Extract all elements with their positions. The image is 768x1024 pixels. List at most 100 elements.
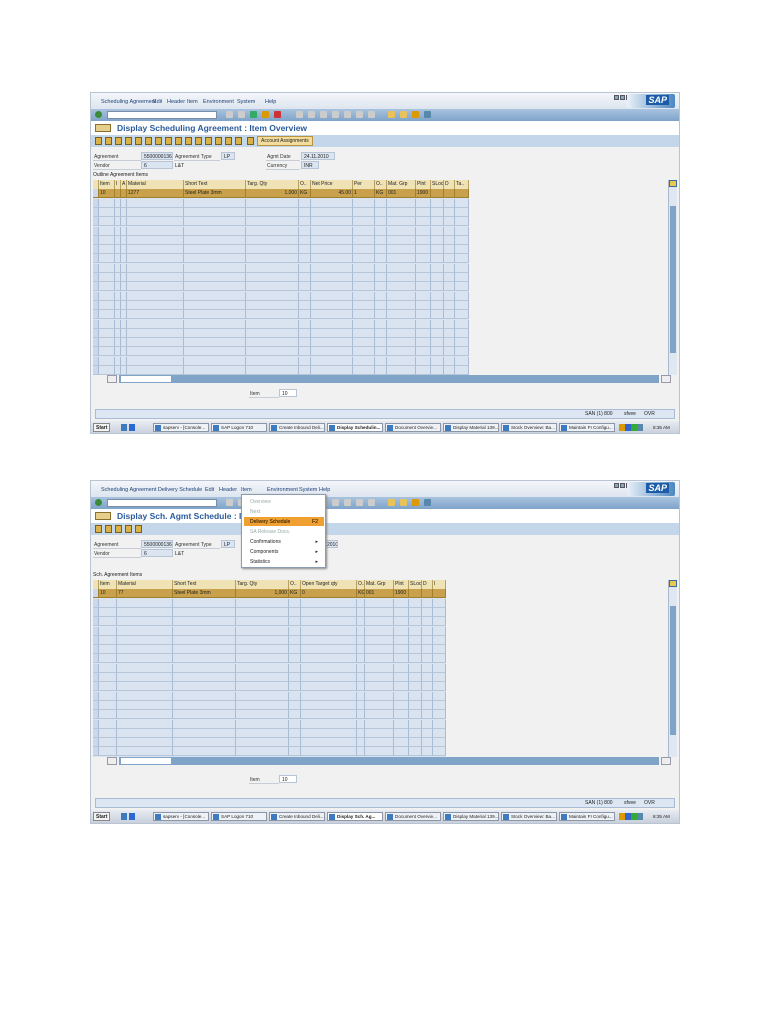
exit-icon[interactable] [262,111,269,118]
find-next-icon[interactable] [320,111,327,118]
menu-environment[interactable]: Environment [203,99,234,105]
back-to-list-button[interactable] [95,512,111,520]
cancel-icon[interactable] [274,111,281,118]
app-toolbar-icon[interactable] [135,137,142,145]
column-header[interactable]: Item [99,180,115,189]
shortcut-icon[interactable] [400,499,407,506]
horizontal-scroll-thumb[interactable] [121,376,171,383]
customize-icon[interactable] [424,499,431,506]
print-icon[interactable] [296,111,303,118]
maximize-button[interactable] [620,483,625,488]
app-toolbar-icon[interactable] [105,525,112,533]
agreement-date-field[interactable]: 24.11.2010 [301,152,335,160]
scroll-thumb[interactable] [670,606,676,735]
agreement-field[interactable]: 5500000136 [141,540,173,548]
next-page-icon[interactable] [356,499,363,506]
column-header[interactable]: Mat. Grp [365,580,394,589]
agreement-type-field[interactable]: LP [221,540,235,548]
column-header[interactable]: Plnt [394,580,409,589]
app-toolbar-icon[interactable] [145,137,152,145]
table-cell[interactable]: KG [375,189,387,199]
customize-icon[interactable] [424,111,431,118]
last-page-icon[interactable] [368,499,375,506]
menu-header[interactable]: Header [219,487,237,493]
table-cell[interactable]: 10 [99,589,117,599]
last-page-icon[interactable] [368,111,375,118]
column-header[interactable]: SLoc [431,180,444,189]
column-header[interactable]: Material [117,580,173,589]
taskbar-item[interactable]: Stock Overview: Ba... [501,423,557,432]
app-toolbar-icon[interactable] [135,525,142,533]
app-toolbar-icon[interactable] [125,137,132,145]
vendor-field[interactable]: 6 [141,549,173,557]
back-icon[interactable] [250,111,257,118]
table-cell[interactable] [409,589,422,599]
app-toolbar-icon[interactable] [205,137,212,145]
horizontal-scroll-thumb[interactable] [121,757,171,764]
app-toolbar-icon[interactable] [215,137,222,145]
column-header[interactable]: O.. [375,180,387,189]
table-cell[interactable]: 10 [99,189,115,199]
menu-system[interactable]: System [299,487,317,493]
column-header[interactable]: O.. [299,180,311,189]
command-field[interactable] [107,499,217,507]
taskbar-item[interactable]: Maintain FI Configu... [559,423,615,432]
prev-page-icon[interactable] [344,111,351,118]
table-cell[interactable]: 1 [353,189,375,199]
app-toolbar-icon[interactable] [185,137,192,145]
table-cell[interactable]: KG [289,589,301,599]
table-cell[interactable]: 1277 [127,189,184,199]
menu-system[interactable]: System [237,99,255,105]
column-header[interactable]: Item [99,580,117,589]
column-header[interactable]: Material [127,180,184,189]
menu-item-delivery-schedule[interactable]: Delivery Schedule F2 [244,517,324,526]
taskbar-item[interactable]: Display Material 139... [443,423,499,432]
table-cell[interactable] [431,189,444,199]
vendor-field[interactable]: 6 [141,161,173,169]
save-icon[interactable] [238,111,245,118]
item-field[interactable]: 10 [279,389,297,397]
table-cell[interactable] [433,589,446,599]
column-header[interactable]: SLoc [409,580,422,589]
table-cell[interactable]: 0 [301,589,357,599]
scroll-left-button[interactable] [107,756,117,765]
table-cell[interactable]: 77 [117,589,173,599]
column-header[interactable]: Mat. Grp [387,180,416,189]
taskbar-item[interactable]: Create Inbound Deli... [269,812,325,821]
menu-environment[interactable]: Environment [267,487,298,493]
table-cell[interactable]: 001 [387,189,416,199]
menu-item[interactable]: Item [241,487,252,493]
command-field[interactable] [107,111,217,119]
save-icon[interactable] [226,499,233,506]
horizontal-scrollbar[interactable] [119,756,659,765]
app-toolbar-icon[interactable] [95,525,102,533]
app-toolbar-icon[interactable] [155,137,162,145]
column-header[interactable]: D [444,180,455,189]
table-cell[interactable] [422,589,433,599]
table-cell[interactable]: 001 [365,589,394,599]
menu-scheduling-agreement[interactable]: Scheduling Agreement [101,99,156,105]
menu-edit[interactable]: Edit [205,487,214,493]
table-cell[interactable]: KG [357,589,365,599]
app-toolbar-icon[interactable] [165,137,172,145]
column-settings-icon[interactable] [669,180,677,187]
menu-header[interactable]: Header [167,99,185,105]
app-toolbar-icon[interactable] [115,525,122,533]
agreement-type-field[interactable]: LP [221,152,235,160]
maximize-button[interactable] [620,95,625,100]
minimize-button[interactable] [614,483,619,488]
column-header[interactable]: O.. [357,580,365,589]
currency-field[interactable]: INR [301,161,319,169]
menu-item[interactable]: Item [187,99,198,105]
taskbar-item[interactable]: Document Overvie... [385,423,441,432]
app-toolbar-icon[interactable] [125,525,132,533]
quicklaunch-icon[interactable] [129,424,135,431]
app-toolbar-icon[interactable] [115,137,122,145]
taskbar-item[interactable]: sapserv - [Console... [153,423,209,432]
minimize-button[interactable] [614,95,619,100]
taskbar-item[interactable]: Display Sch. Ag... [327,812,383,821]
menu-item-confirmations[interactable]: Confirmations ▸ [244,537,324,546]
find-icon[interactable] [308,111,315,118]
app-toolbar-icon[interactable] [235,137,242,145]
column-settings-icon[interactable] [669,580,677,587]
